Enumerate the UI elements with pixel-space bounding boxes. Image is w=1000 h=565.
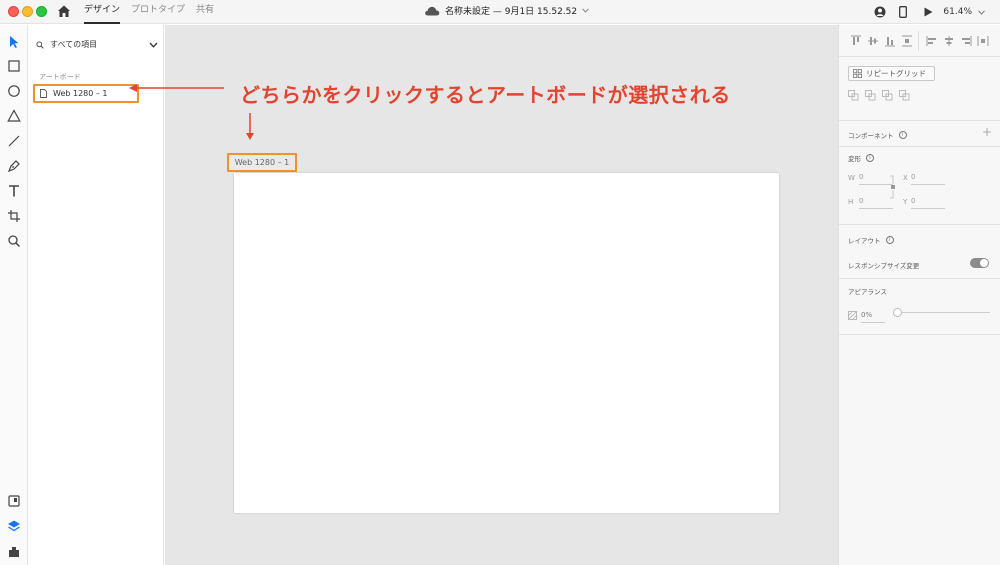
lock-aspect-icon[interactable] (890, 175, 896, 199)
document-title-text: 名称未設定 — 9月1日 15.52.52 (445, 7, 578, 17)
device-preview-icon[interactable] (899, 6, 908, 18)
distribute-vertical-icon[interactable] (901, 35, 913, 47)
user-account-icon[interactable] (874, 6, 886, 18)
tools-bar (0, 25, 28, 565)
chevron-down-icon (582, 8, 589, 13)
layer-item-label: Web 1280 – 1 (53, 89, 108, 98)
layers-panel: すべての項目 アートボード Web 1280 – 1 (28, 25, 164, 565)
boolean-intersect-icon[interactable] (882, 90, 893, 101)
responsive-resize-toggle[interactable] (970, 258, 989, 268)
info-icon[interactable]: i (866, 154, 874, 162)
close-window-button[interactable] (8, 6, 19, 17)
title-bar: デザイン プロトタイプ 共有 名称未設定 — 9月1日 15.52.52 61.… (0, 0, 1000, 24)
ellipse-tool-icon[interactable] (7, 84, 21, 98)
align-bottom-icon[interactable] (884, 35, 896, 47)
align-center-icon[interactable] (943, 35, 955, 47)
annotation-text: どちらかをクリックするとアートボードが選択される (240, 83, 731, 107)
layout-section: レイアウト i レスポンシブサイズ変更 (839, 225, 1000, 279)
opacity-field[interactable]: 0% (861, 311, 885, 323)
repeat-grid-label: リピートグリッド (866, 69, 926, 78)
height-label: H (848, 198, 854, 206)
width-label: W (848, 174, 855, 182)
tab-share[interactable]: 共有 (196, 4, 214, 24)
transform-section: 変形 i W 0 X 0 H 0 Y 0 (839, 147, 1000, 225)
width-field[interactable]: 0 (859, 173, 893, 185)
layer-item-artboard[interactable]: Web 1280 – 1 (33, 84, 139, 103)
align-right-icon[interactable] (960, 35, 972, 47)
document-title[interactable]: 名称未設定 — 9月1日 15.52.52 (424, 4, 589, 17)
align-divider (918, 31, 919, 51)
artboard-name-label[interactable]: Web 1280 – 1 (227, 153, 297, 172)
text-tool-icon[interactable] (7, 184, 21, 198)
transform-label: 変形 (848, 155, 861, 163)
maximize-window-button[interactable] (36, 6, 47, 17)
play-icon[interactable] (924, 7, 933, 17)
component-section: コンポーネント i + (839, 121, 1000, 147)
chevron-down-icon (149, 42, 158, 48)
alignment-toolbar (839, 25, 1000, 57)
title-right-tools: 61.4% (874, 0, 1000, 24)
component-heading: コンポーネント i (848, 130, 907, 140)
height-field[interactable]: 0 (859, 197, 893, 209)
opacity-slider-track[interactable] (897, 312, 990, 313)
design-canvas[interactable]: どちらかをクリックするとアートボードが選択される Web 1280 – 1 (129, 25, 838, 565)
minimize-window-button[interactable] (22, 6, 33, 17)
boolean-add-icon[interactable] (848, 90, 859, 101)
appearance-section: アピアランス 0% (839, 279, 1000, 335)
align-top-icon[interactable] (850, 35, 862, 47)
repeat-grid-button[interactable]: リピートグリッド (848, 66, 935, 81)
add-component-icon[interactable]: + (982, 125, 992, 139)
info-icon[interactable]: i (898, 131, 907, 139)
opacity-slider-thumb[interactable] (893, 308, 902, 317)
search-icon (36, 40, 44, 49)
layout-label: レイアウト (848, 237, 881, 245)
layers-filter-dropdown[interactable]: すべての項目 (36, 39, 158, 50)
assets-icon[interactable] (7, 494, 21, 508)
tab-design[interactable]: デザイン (84, 4, 121, 24)
grid-icon (853, 69, 862, 78)
zoom-dropdown-icon[interactable] (978, 9, 985, 15)
y-field[interactable]: 0 (911, 197, 945, 209)
x-label: X (903, 174, 908, 182)
artboard-page-icon (40, 89, 47, 98)
align-left-icon[interactable] (926, 35, 938, 47)
select-tool-icon[interactable] (7, 35, 21, 49)
boolean-exclude-icon[interactable] (899, 90, 910, 101)
polygon-tool-icon[interactable] (7, 109, 21, 123)
properties-panel: リピートグリッド コンポーネント i + 変形 i W 0 X 0 H 0 Y … (838, 25, 1000, 565)
align-middle-icon[interactable] (867, 35, 879, 47)
zoom-tool-icon[interactable] (7, 234, 21, 248)
annotation-arrow-down (246, 113, 254, 140)
pen-tool-icon[interactable] (7, 159, 21, 173)
cloud-icon (425, 6, 440, 15)
layers-section-heading: アートボード (39, 73, 81, 81)
repeat-grid-section: リピートグリッド (839, 57, 1000, 121)
y-label: Y (903, 198, 908, 206)
component-label: コンポーネント (848, 132, 894, 140)
artboard[interactable] (234, 173, 779, 513)
plugins-icon[interactable] (7, 544, 21, 558)
distribute-horizontal-icon[interactable] (977, 35, 989, 47)
boolean-subtract-icon[interactable] (865, 90, 876, 101)
zoom-level[interactable]: 61.4% (943, 7, 972, 17)
layers-icon[interactable] (7, 519, 21, 533)
x-field[interactable]: 0 (911, 173, 945, 185)
annotation-arrow-left (129, 84, 224, 92)
rectangle-tool-icon[interactable] (7, 59, 21, 73)
tab-prototype[interactable]: プロトタイプ (131, 4, 185, 24)
artboard-tool-icon[interactable] (7, 209, 21, 223)
info-icon[interactable]: i (885, 236, 894, 244)
responsive-resize-label: レスポンシブサイズ変更 (848, 262, 920, 270)
appearance-heading: アピアランス (848, 288, 887, 296)
layout-heading: レイアウト i (848, 235, 894, 245)
home-icon[interactable] (57, 4, 71, 18)
layers-filter-label: すべての項目 (50, 40, 98, 49)
transform-heading: 変形 i (848, 153, 874, 163)
opacity-icon (848, 311, 857, 320)
line-tool-icon[interactable] (7, 134, 21, 148)
